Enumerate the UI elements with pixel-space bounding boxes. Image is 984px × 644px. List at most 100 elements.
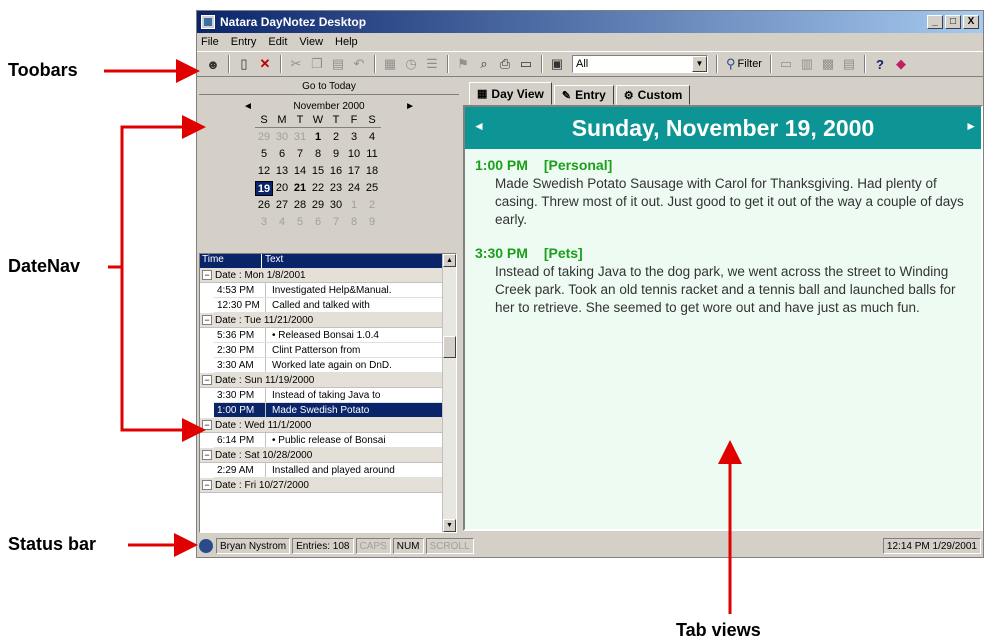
scroll-down-icon[interactable]: ▼	[443, 519, 456, 532]
collapse-icon[interactable]: −	[202, 315, 212, 325]
day-entry[interactable]: 1:00 PM [Personal] Made Swedish Potato S…	[465, 157, 981, 229]
context-help-icon[interactable]: ?	[870, 54, 890, 74]
calendar-day[interactable]: 22	[309, 181, 327, 196]
calendar-day[interactable]: 7	[291, 147, 309, 162]
calendar-day[interactable]: 7	[327, 215, 345, 230]
undo-icon[interactable]: ↶	[349, 54, 369, 74]
calendar-day[interactable]: 5	[291, 215, 309, 230]
scroll-up-icon[interactable]: ▲	[443, 254, 456, 267]
calendar-day[interactable]: 31	[291, 130, 309, 145]
new-entry-icon[interactable]: ▯	[234, 54, 254, 74]
calendar-day[interactable]: 12	[255, 164, 273, 179]
calendar-day[interactable]: 8	[345, 215, 363, 230]
print-icon[interactable]: ⎙	[495, 54, 515, 74]
calendar-day[interactable]: 1	[345, 198, 363, 213]
collapse-icon[interactable]: −	[202, 480, 212, 490]
calendar-day[interactable]: 14	[291, 164, 309, 179]
entry-row[interactable]: 3:30 PM Instead of taking Java to	[214, 388, 442, 403]
menu-help[interactable]: Help	[335, 36, 358, 48]
close-button[interactable]: X	[963, 15, 979, 29]
calendar-day[interactable]: 2	[327, 130, 345, 145]
column-header-text[interactable]: Text	[262, 254, 456, 268]
date-group-row[interactable]: − Date : Sun 11/19/2000	[200, 373, 442, 388]
date-group-row[interactable]: − Date : Sat 10/28/2000	[200, 448, 442, 463]
paste-icon[interactable]: ▤	[328, 54, 348, 74]
date-group-row[interactable]: − Date : Mon 1/8/2001	[200, 268, 442, 283]
calendar-day[interactable]: 5	[255, 147, 273, 162]
calendar-day[interactable]: 28	[291, 198, 309, 213]
calendar-day[interactable]: 29	[255, 130, 273, 145]
calendar-day[interactable]: 19	[255, 181, 273, 196]
chevron-down-icon[interactable]: ▼	[692, 56, 707, 72]
tab-entry[interactable]: ✎ Entry	[553, 85, 614, 105]
date-group-row[interactable]: − Date : Tue 11/21/2000	[200, 313, 442, 328]
delete-icon[interactable]: ✕	[255, 54, 275, 74]
calendar-day[interactable]: 21	[291, 181, 309, 196]
calendar-day[interactable]: 30	[273, 130, 291, 145]
collapse-icon[interactable]: −	[202, 375, 212, 385]
print-preview-icon[interactable]: ▭	[516, 54, 536, 74]
next-day-icon[interactable]: ►	[965, 119, 977, 133]
calendar-day[interactable]: 17	[345, 164, 363, 179]
calendar-day[interactable]: 9	[327, 147, 345, 162]
find-binoculars-icon[interactable]: ⌕	[474, 54, 494, 74]
calendar-day[interactable]: 18	[363, 164, 381, 179]
menu-view[interactable]: View	[299, 36, 323, 48]
layout-cascade-icon[interactable]: ▥	[797, 54, 817, 74]
entry-row[interactable]: 2:29 AM Installed and played around	[214, 463, 442, 478]
menu-edit[interactable]: Edit	[268, 36, 287, 48]
calendar-day[interactable]: 1	[309, 130, 327, 145]
cut-icon[interactable]: ✂	[286, 54, 306, 74]
entry-list-scrollbar[interactable]: ▲ ▼	[442, 254, 456, 532]
calendar-day[interactable]: 26	[255, 198, 273, 213]
minimize-button[interactable]: _	[927, 15, 943, 29]
entry-row[interactable]: 6:14 PM • Public release of Bonsai	[214, 433, 442, 448]
calendar-day[interactable]: 4	[363, 130, 381, 145]
clock-icon[interactable]: ◷	[401, 54, 421, 74]
calendar-day[interactable]: 4	[273, 215, 291, 230]
day-entry[interactable]: 3:30 PM [Pets] Instead of taking Java to…	[465, 245, 981, 317]
prev-month-icon[interactable]: ◄	[243, 101, 253, 112]
calendar-day[interactable]: 23	[327, 181, 345, 196]
calendar-day[interactable]: 2	[363, 198, 381, 213]
filter-button[interactable]: ⚲ Filter	[726, 56, 762, 72]
title-bar[interactable]: Natara DayNotez Desktop _ □ X	[197, 11, 983, 33]
category-select[interactable]: All ▼	[572, 55, 708, 73]
calendar-day[interactable]: 24	[345, 181, 363, 196]
calendar-day[interactable]: 10	[345, 147, 363, 162]
tab-day-view[interactable]: ▦ Day View	[469, 82, 552, 105]
collapse-icon[interactable]: −	[202, 420, 212, 430]
calendar-day[interactable]: 30	[327, 198, 345, 213]
copy-icon[interactable]: ❐	[307, 54, 327, 74]
calendar-day[interactable]: 16	[327, 164, 345, 179]
next-month-icon[interactable]: ►	[405, 101, 415, 112]
calendar-day[interactable]: 27	[273, 198, 291, 213]
calendar-day[interactable]: 15	[309, 164, 327, 179]
calendar-day[interactable]: 3	[255, 215, 273, 230]
layout-tile-icon[interactable]: ▩	[818, 54, 838, 74]
entry-row[interactable]: 2:30 PM Clint Patterson from	[214, 343, 442, 358]
calendar-day[interactable]: 29	[309, 198, 327, 213]
column-header-time[interactable]: Time	[200, 254, 262, 268]
calendar-day[interactable]: 13	[273, 164, 291, 179]
calendar-day[interactable]: 6	[273, 147, 291, 162]
category-icon[interactable]: ▣	[547, 54, 567, 74]
menu-file[interactable]: File	[201, 36, 219, 48]
entry-row[interactable]: 1:00 PM Made Swedish Potato	[214, 403, 442, 418]
entry-row[interactable]: 5:36 PM • Released Bonsai 1.0.4	[214, 328, 442, 343]
user-profile-icon[interactable]: ☻	[203, 54, 223, 74]
list-icon[interactable]: ☰	[422, 54, 442, 74]
calendar-day[interactable]: 6	[309, 215, 327, 230]
layout-split-icon[interactable]: ▤	[839, 54, 859, 74]
date-group-row[interactable]: − Date : Wed 11/1/2000	[200, 418, 442, 433]
calendar-day[interactable]: 9	[363, 215, 381, 230]
scroll-thumb[interactable]	[443, 336, 456, 358]
calendar-day[interactable]: 20	[273, 181, 291, 196]
layout-single-icon[interactable]: ▭	[776, 54, 796, 74]
tab-custom[interactable]: ⚙ Custom	[615, 85, 691, 105]
collapse-icon[interactable]: −	[202, 270, 212, 280]
calendar-day[interactable]: 11	[363, 147, 381, 162]
prev-day-icon[interactable]: ◄	[473, 119, 485, 133]
collapse-icon[interactable]: −	[202, 450, 212, 460]
entry-row[interactable]: 3:30 AM Worked late again on DnD.	[214, 358, 442, 373]
